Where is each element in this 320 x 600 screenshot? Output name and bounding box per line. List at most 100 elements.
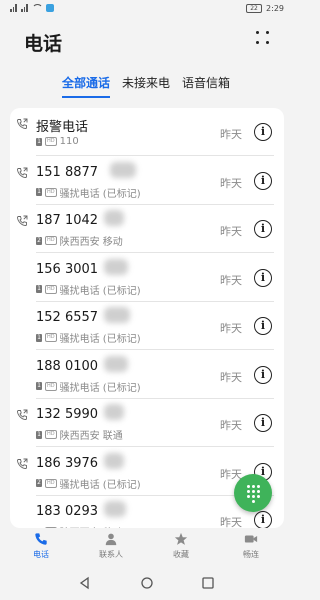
call-number: 187 1042 bbox=[36, 213, 99, 228]
redacted-digits bbox=[110, 161, 136, 178]
signal-icon bbox=[10, 4, 18, 12]
nav-favorites[interactable]: 收藏 bbox=[156, 532, 206, 560]
call-details: 2 HD 骚扰电话 (已标记) bbox=[36, 476, 141, 491]
call-log-row[interactable]: 报警电话 1 HD 110 昨天 i bbox=[10, 108, 284, 156]
nav-label: 联系人 bbox=[99, 550, 123, 559]
tab-all-calls[interactable]: 全部通话 bbox=[62, 74, 111, 98]
call-date: 昨天 bbox=[220, 128, 242, 141]
call-details: 2 HD 陕西西安 移动 bbox=[36, 233, 123, 248]
call-description: 骚扰电话 (已标记) bbox=[59, 285, 141, 297]
call-log-row[interactable]: 132 5990 1 HD 陕西西安 联通 昨天 i bbox=[10, 399, 284, 447]
call-tabs: 全部通话 未接来电 语音信箱 bbox=[62, 74, 230, 98]
hd-icon: HD bbox=[45, 381, 57, 391]
status-icons bbox=[10, 4, 54, 12]
recents-icon[interactable] bbox=[201, 576, 215, 590]
outgoing-call-icon bbox=[17, 409, 28, 420]
sim-card-icon: 1 bbox=[36, 333, 42, 342]
call-log-row[interactable]: 156 3001 1 HD 骚扰电话 (已标记) 昨天 i bbox=[10, 254, 284, 302]
call-number: 报警电话 bbox=[36, 120, 89, 135]
call-log-row[interactable]: 151 8877 1 HD 骚扰电话 (已标记) 昨天 i bbox=[10, 157, 284, 205]
call-log-row[interactable]: 152 6557 1 HD 骚扰电话 (已标记) 昨天 i bbox=[10, 302, 284, 350]
call-date: 昨天 bbox=[220, 273, 242, 287]
call-details: 1 HD 骚扰电话 (已标记) bbox=[36, 185, 141, 200]
redacted-digits bbox=[104, 210, 124, 226]
sim-card-icon: 1 bbox=[36, 188, 42, 196]
call-log-row[interactable]: 187 1042 2 HD 陕西西安 移动 昨天 i bbox=[10, 205, 284, 253]
outgoing-call-icon bbox=[17, 215, 28, 226]
call-description: 陕西西安 联通 bbox=[59, 431, 123, 442]
call-description: 骚扰电话 (已标记) bbox=[59, 334, 141, 345]
call-details: 1 HD 骚扰电话 (已标记) bbox=[36, 330, 141, 345]
call-info-button[interactable]: i bbox=[254, 414, 272, 432]
call-date: 昨天 bbox=[220, 516, 242, 528]
tab-missed-calls[interactable]: 未接来电 bbox=[122, 74, 170, 98]
call-details: 1 HD 骚扰电话 (已标记) bbox=[36, 282, 141, 297]
call-info-button[interactable]: i bbox=[254, 123, 272, 141]
nav-label: 畅连 bbox=[243, 550, 259, 559]
back-icon[interactable] bbox=[78, 576, 92, 590]
call-log-list: 报警电话 1 HD 110 昨天 i 151 8877 1 HD 骚扰电话 (已标记) 昨天 i 187… bbox=[10, 108, 284, 528]
sim-card-icon: 1 bbox=[36, 382, 42, 390]
call-date: 昨天 bbox=[220, 176, 242, 190]
call-info-button[interactable]: i bbox=[254, 220, 272, 238]
redacted-digits bbox=[104, 355, 128, 372]
outgoing-call-icon bbox=[17, 167, 28, 178]
call-number: 132 5990 bbox=[36, 407, 99, 422]
hd-icon: HD bbox=[45, 284, 57, 294]
bottom-navigation: 电话 联系人 收藏 畅连 bbox=[0, 528, 294, 568]
call-number: 152 6557 bbox=[36, 310, 99, 325]
redacted-digits bbox=[104, 258, 128, 275]
call-details: 1 HD 110 bbox=[36, 136, 79, 147]
call-info-button[interactable]: i bbox=[254, 511, 272, 528]
status-bar: 22 2:29 bbox=[0, 0, 294, 18]
video-icon bbox=[244, 535, 258, 543]
hd-icon: HD bbox=[45, 236, 57, 245]
nav-meetime[interactable]: 畅连 bbox=[226, 532, 276, 560]
call-info-button[interactable]: i bbox=[254, 171, 272, 190]
call-info-button[interactable]: i bbox=[254, 317, 272, 335]
call-description: 110 bbox=[59, 136, 79, 147]
more-options-button[interactable] bbox=[256, 31, 270, 45]
call-number: 183 0293 bbox=[36, 504, 99, 519]
call-details: 1 HD 骚扰电话 (已标记) bbox=[36, 379, 141, 394]
home-icon[interactable] bbox=[140, 576, 154, 590]
outgoing-call-icon bbox=[17, 118, 28, 129]
nav-contacts[interactable]: 联系人 bbox=[86, 532, 136, 560]
tab-voicemail[interactable]: 语音信箱 bbox=[182, 74, 230, 98]
nav-phone[interactable]: 电话 bbox=[16, 532, 66, 560]
nav-label: 电话 bbox=[33, 550, 49, 559]
call-info-button[interactable]: i bbox=[254, 268, 272, 287]
wifi-icon bbox=[32, 4, 43, 12]
contacts-icon bbox=[105, 533, 117, 546]
system-navigation-bar bbox=[0, 568, 294, 600]
call-date: 昨天 bbox=[220, 419, 242, 432]
dialpad-button[interactable] bbox=[234, 474, 272, 512]
call-number: 186 3976 bbox=[36, 455, 99, 471]
status-time: 2:29 bbox=[266, 4, 284, 13]
call-description: 骚扰电话 (已标记) bbox=[59, 382, 141, 394]
call-log-row[interactable]: 188 0100 1 HD 骚扰电话 (已标记) 昨天 i bbox=[10, 351, 284, 399]
call-number: 151 8877 bbox=[36, 164, 99, 180]
sim-card-icon: 2 bbox=[36, 479, 42, 487]
redacted-digits bbox=[104, 404, 124, 420]
sim-card-icon: 1 bbox=[36, 137, 42, 146]
nav-label: 收藏 bbox=[173, 550, 189, 559]
app-badge-icon bbox=[46, 4, 54, 12]
call-info-button[interactable]: i bbox=[254, 365, 272, 384]
call-description: 骚扰电话 (已标记) bbox=[59, 479, 141, 491]
hd-icon: HD bbox=[45, 478, 57, 488]
call-date: 昨天 bbox=[220, 370, 242, 384]
hd-icon: HD bbox=[45, 430, 57, 439]
call-details: 1 HD 陕西西安 联通 bbox=[36, 427, 123, 442]
dialpad-icon bbox=[247, 485, 250, 488]
outgoing-call-icon bbox=[17, 458, 28, 469]
call-description: 骚扰电话 (已标记) bbox=[59, 188, 141, 200]
star-icon bbox=[174, 532, 188, 545]
call-number: 188 0100 bbox=[36, 358, 99, 374]
page-title: 电话 bbox=[24, 33, 63, 55]
call-description: 陕西西安 移动 bbox=[59, 237, 123, 248]
redacted-digits bbox=[104, 452, 124, 469]
call-date: 昨天 bbox=[220, 225, 242, 238]
redacted-digits bbox=[104, 501, 126, 517]
signal-icon bbox=[21, 4, 29, 12]
